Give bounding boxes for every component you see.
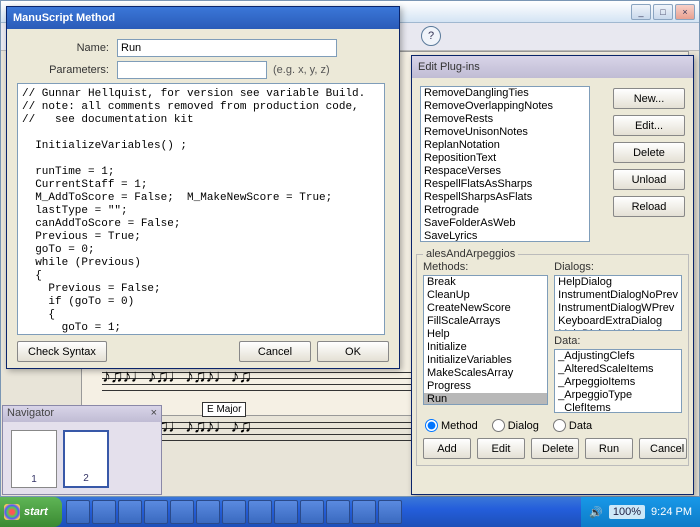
clock: 9:24 PM: [651, 506, 692, 518]
list-item[interactable]: FillScaleArrays: [424, 315, 547, 328]
methods-listbox[interactable]: BreakCleanUpCreateNewScoreFillScaleArray…: [423, 275, 548, 405]
delete-button[interactable]: Delete: [613, 142, 685, 163]
taskbar-item[interactable]: [326, 500, 350, 524]
data-label: Data:: [554, 335, 682, 347]
add-button[interactable]: Add: [423, 438, 471, 459]
reload-button[interactable]: Reload: [613, 196, 685, 217]
taskbar-item[interactable]: [274, 500, 298, 524]
delete-button[interactable]: Delete: [531, 438, 579, 459]
list-item[interactable]: Run: [424, 393, 547, 405]
navigator-title: Navigator: [7, 407, 54, 421]
radio-data[interactable]: Data: [553, 419, 592, 432]
edit-button[interactable]: Edit...: [613, 115, 685, 136]
list-item[interactable]: CleanUp: [424, 289, 547, 302]
unload-button[interactable]: Unload: [613, 169, 685, 190]
cancel-button[interactable]: Cancel: [639, 438, 687, 459]
taskbar-item[interactable]: [300, 500, 324, 524]
list-item[interactable]: SaveFolderAsWeb: [421, 217, 589, 230]
name-input[interactable]: [117, 39, 337, 57]
manuscript-method-dialog: ManuScript Method Name: Parameters: (e.g…: [6, 6, 400, 369]
taskbar-item[interactable]: [378, 500, 402, 524]
list-item[interactable]: KeyboardExtraDialog: [555, 315, 681, 328]
radio-dialog[interactable]: Dialog: [492, 419, 539, 432]
cancel-button[interactable]: Cancel: [239, 341, 311, 362]
navigator-page[interactable]: 1: [11, 430, 57, 488]
list-item[interactable]: RespaceVerses: [421, 165, 589, 178]
taskbar-item[interactable]: [170, 500, 194, 524]
list-item[interactable]: CreateNewScore: [424, 302, 547, 315]
taskbar-item[interactable]: [196, 500, 220, 524]
current-plugin-label: alesAndArpeggios: [423, 248, 518, 260]
name-label: Name:: [17, 42, 117, 54]
list-item[interactable]: _AlteredScaleItems: [555, 363, 681, 376]
edit-plugins-dialog: Edit Plug-ins RemoveDanglingTiesRemoveOv…: [411, 55, 694, 495]
plugin-listbox[interactable]: RemoveDanglingTiesRemoveOverlappingNotes…: [420, 86, 590, 242]
list-item[interactable]: RepositionText: [421, 152, 589, 165]
list-item[interactable]: InstrumentDialogNoPrev: [555, 289, 681, 302]
list-item[interactable]: SaveLyrics: [421, 230, 589, 242]
list-item[interactable]: HelpDialog: [555, 276, 681, 289]
taskbar-item[interactable]: [352, 500, 376, 524]
dialogs-listbox[interactable]: HelpDialogInstrumentDialogNoPrevInstrume…: [554, 275, 682, 331]
run-button[interactable]: Run: [585, 438, 633, 459]
navigator-panel: Navigator × 1 2: [2, 405, 162, 495]
list-item[interactable]: ReplanNotation: [421, 139, 589, 152]
list-item[interactable]: _ArpeggioItems: [555, 376, 681, 389]
list-item[interactable]: _ClefItems: [555, 402, 681, 413]
maximize-button[interactable]: □: [653, 4, 673, 20]
close-button[interactable]: ×: [675, 4, 695, 20]
list-item[interactable]: MakeScalesArray: [424, 367, 547, 380]
parameters-label: Parameters:: [17, 64, 117, 76]
dialog-title: ManuScript Method: [13, 12, 115, 24]
taskbar-item[interactable]: [144, 500, 168, 524]
list-item[interactable]: MainDialogKeyboard: [555, 328, 681, 331]
parameters-input[interactable]: [117, 61, 267, 79]
list-item[interactable]: _ArpeggioType: [555, 389, 681, 402]
taskbar-item[interactable]: [92, 500, 116, 524]
navigator-close-icon[interactable]: ×: [151, 407, 157, 421]
navigator-page[interactable]: 2: [63, 430, 109, 488]
taskbar-item[interactable]: [66, 500, 90, 524]
start-button[interactable]: start: [0, 497, 62, 527]
new-button[interactable]: New...: [613, 88, 685, 109]
list-item[interactable]: Initialize: [424, 341, 547, 354]
list-item[interactable]: Retrograde: [421, 204, 589, 217]
ok-button[interactable]: OK: [317, 341, 389, 362]
list-item[interactable]: RespellFlatsAsSharps: [421, 178, 589, 191]
zoom-percent: 100%: [609, 505, 645, 519]
list-item[interactable]: RemoveUnisonNotes: [421, 126, 589, 139]
edit-button[interactable]: Edit: [477, 438, 525, 459]
list-item[interactable]: InstrumentDialogWPrev: [555, 302, 681, 315]
taskbar-item[interactable]: [118, 500, 142, 524]
list-item[interactable]: RemoveDanglingTies: [421, 87, 589, 100]
radio-method[interactable]: Method: [425, 419, 478, 432]
taskbar-item[interactable]: [248, 500, 272, 524]
key-signature-label: E Major: [202, 402, 246, 417]
tray-icon[interactable]: 🔊: [589, 506, 603, 519]
list-item[interactable]: Progress: [424, 380, 547, 393]
minimize-button[interactable]: _: [631, 4, 651, 20]
methods-label: Methods:: [423, 261, 548, 273]
dialogs-label: Dialogs:: [554, 261, 682, 273]
list-item[interactable]: _AdjustingClefs: [555, 350, 681, 363]
list-item[interactable]: Help: [424, 328, 547, 341]
check-syntax-button[interactable]: Check Syntax: [17, 341, 107, 362]
list-item[interactable]: Break: [424, 276, 547, 289]
taskbar-item[interactable]: [222, 500, 246, 524]
list-item[interactable]: RemoveOverlappingNotes: [421, 100, 589, 113]
parameters-hint: (e.g. x, y, z): [273, 64, 330, 76]
list-item[interactable]: RemoveRests: [421, 113, 589, 126]
help-icon[interactable]: ?: [421, 26, 441, 46]
dialog-title: Edit Plug-ins: [418, 61, 480, 73]
data-listbox[interactable]: _AdjustingClefs_AlteredScaleItems_Arpegg…: [554, 349, 682, 413]
list-item[interactable]: InitializeVariables: [424, 354, 547, 367]
list-item[interactable]: RespellSharpsAsFlats: [421, 191, 589, 204]
system-tray[interactable]: 🔊 100% 9:24 PM: [581, 497, 700, 527]
taskbar: start 🔊 100% 9:24 PM: [0, 497, 700, 527]
code-editor[interactable]: // Gunnar Hellquist, for version see var…: [17, 83, 385, 335]
